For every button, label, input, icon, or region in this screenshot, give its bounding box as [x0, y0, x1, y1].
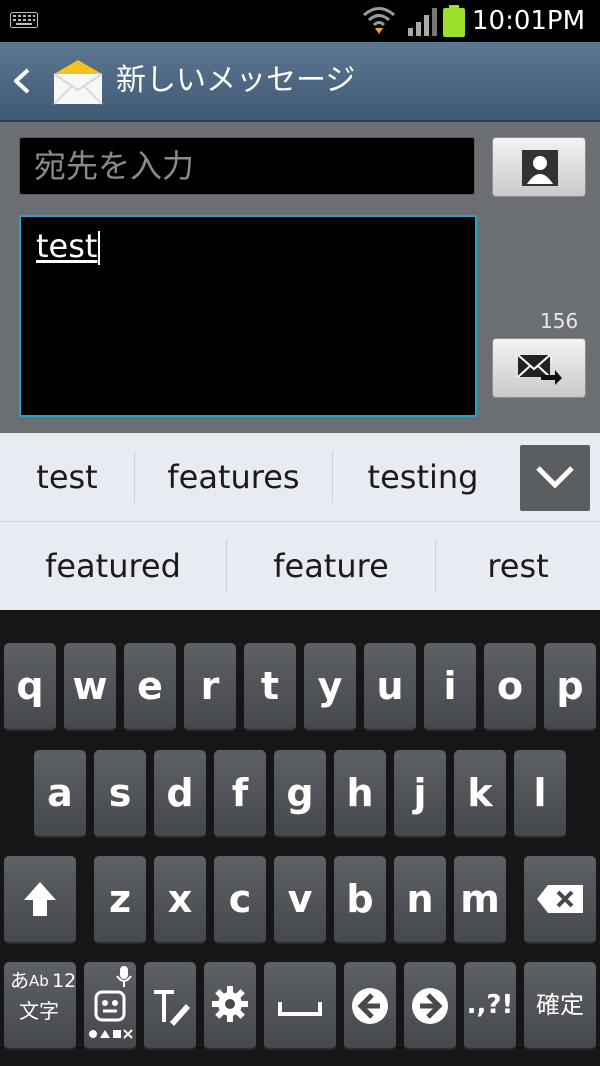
key-s[interactable]: s — [94, 750, 146, 838]
arrow-left-circle-icon — [352, 988, 388, 1024]
key-h[interactable]: h — [334, 750, 386, 838]
chevron-down-icon — [536, 466, 574, 489]
envelope-icon — [53, 60, 103, 105]
action-bar: 新しいメッセージ — [0, 42, 600, 122]
page-title: 新しいメッセージ — [116, 63, 356, 98]
suggestion-item[interactable]: feature — [227, 522, 435, 610]
suggestion-item[interactable]: features — [135, 433, 332, 521]
back-arrow-icon[interactable] — [10, 66, 34, 96]
key-t[interactable]: t — [244, 643, 296, 731]
key-j[interactable]: j — [394, 750, 446, 838]
mode-char-label: 文字 — [19, 999, 59, 1023]
settings-key[interactable] — [204, 962, 256, 1050]
compose-area: 宛先を入力 test 156 — [0, 122, 600, 433]
punctuation-key[interactable]: .,?! — [464, 962, 516, 1050]
contacts-button[interactable] — [492, 137, 586, 197]
backspace-key[interactable] — [524, 856, 596, 944]
text-pen-icon — [154, 990, 190, 1026]
key-o[interactable]: o — [484, 643, 536, 731]
key-b[interactable]: b — [334, 856, 386, 944]
key-m[interactable]: m — [454, 856, 506, 944]
key-p[interactable]: p — [544, 643, 596, 731]
key-z[interactable]: z — [94, 856, 146, 944]
text-edit-key[interactable] — [144, 962, 196, 1050]
suggestion-row-2: featured feature rest — [0, 522, 600, 610]
keyboard: q w e r t y u i o p a s d f g h j k l z … — [0, 610, 600, 1066]
expand-suggestions-button[interactable] — [520, 445, 590, 511]
key-n[interactable]: n — [394, 856, 446, 944]
key-k[interactable]: k — [454, 750, 506, 838]
suggestion-item[interactable]: featured — [0, 522, 226, 610]
emoticon-face-icon — [94, 990, 126, 1022]
contact-icon — [522, 150, 558, 186]
backspace-icon — [537, 885, 583, 913]
key-w[interactable]: w — [64, 643, 116, 731]
gear-icon — [212, 986, 248, 1022]
message-input[interactable]: test — [19, 215, 477, 417]
suggestion-item[interactable]: testing — [333, 433, 513, 521]
symbols-shapes-icon — [89, 1029, 133, 1039]
key-e[interactable]: e — [124, 643, 176, 731]
word-suggestions: test features testing featured feature r… — [0, 433, 600, 610]
mic-icon — [116, 966, 132, 987]
battery-icon — [443, 5, 465, 37]
space-key[interactable] — [264, 962, 336, 1050]
send-icon — [517, 354, 562, 385]
key-x[interactable]: x — [154, 856, 206, 944]
suggestion-item[interactable]: rest — [436, 522, 600, 610]
shift-arrow-icon — [24, 882, 56, 916]
key-q[interactable]: q — [4, 643, 56, 731]
key-v[interactable]: v — [274, 856, 326, 944]
send-button[interactable] — [492, 338, 586, 398]
wifi-icon — [363, 7, 395, 34]
confirm-key[interactable]: 確定 — [524, 962, 596, 1050]
key-a[interactable]: a — [34, 750, 86, 838]
character-counter: 156 — [540, 309, 579, 333]
key-g[interactable]: g — [274, 750, 326, 838]
cursor-left-key[interactable] — [344, 962, 396, 1050]
input-mode-key[interactable]: あ Ab 12 文字 — [4, 962, 76, 1050]
keyboard-icon — [10, 12, 38, 28]
shift-key[interactable] — [4, 856, 76, 944]
space-bar-icon — [278, 1002, 322, 1016]
key-i[interactable]: i — [424, 643, 476, 731]
arrow-right-circle-icon — [412, 988, 448, 1024]
cursor-right-key[interactable] — [404, 962, 456, 1050]
clock: 10:01PM — [472, 6, 586, 36]
key-f[interactable]: f — [214, 750, 266, 838]
recipient-input[interactable]: 宛先を入力 — [19, 137, 475, 195]
emoji-key[interactable] — [84, 962, 136, 1050]
message-text: test — [36, 227, 101, 265]
status-bar: 10:01PM — [0, 0, 600, 42]
key-y[interactable]: y — [304, 643, 356, 731]
suggestion-item[interactable]: test — [0, 433, 134, 521]
key-c[interactable]: c — [214, 856, 266, 944]
key-l[interactable]: l — [514, 750, 566, 838]
suggestion-row-1: test features testing — [0, 433, 600, 522]
signal-icon — [408, 8, 437, 36]
key-u[interactable]: u — [364, 643, 416, 731]
key-r[interactable]: r — [184, 643, 236, 731]
text-cursor — [98, 231, 101, 265]
key-d[interactable]: d — [154, 750, 206, 838]
